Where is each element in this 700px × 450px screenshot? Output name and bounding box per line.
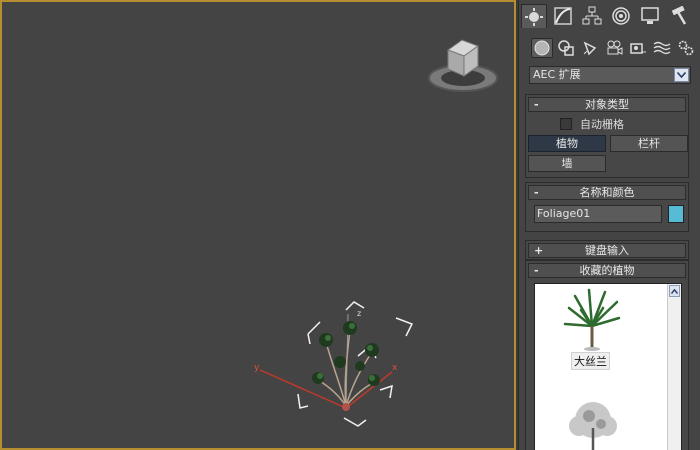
foliage-button[interactable]: 植物 [528,135,606,152]
collapse-sign: - [534,186,539,199]
chevron-down-icon[interactable] [674,68,689,82]
space-warps-category[interactable] [651,38,673,58]
perspective-viewport[interactable]: y x z [0,0,516,450]
category-dropdown[interactable]: AEC 扩展 [529,66,691,84]
object-type-rollout: - 对象类型 自动栅格 植物 栏杆 墙 [525,94,689,178]
cameras-category[interactable] [603,38,625,58]
keyboard-entry-rollout-header[interactable]: + 键盘输入 [528,243,686,258]
collapse-sign: - [534,98,539,111]
object-name-field[interactable]: Foliage01 [534,205,662,223]
plant-list-scrollbar[interactable] [667,284,681,450]
axis-y-label: y [254,363,260,373]
systems-category[interactable] [675,38,697,58]
axis-x-label: x [392,363,398,373]
list-item[interactable]: 大丝兰 [535,284,669,374]
viewcube-icon[interactable] [426,32,500,96]
tree-plant-thumbnail [569,402,617,450]
light-icon [583,41,597,56]
motion-target-icon [612,7,630,25]
auto-grid-label: 自动栅格 [580,118,624,131]
display-tab[interactable] [637,4,663,28]
keyboard-entry-title: 键盘输入 [585,244,629,257]
list-item[interactable] [535,388,669,450]
scroll-up-icon[interactable] [669,285,680,297]
name-color-title: 名称和颜色 [579,186,635,199]
object-color-swatch[interactable] [668,205,684,223]
curve-modify-icon [554,7,572,25]
geometry-category[interactable] [531,38,553,58]
object-type-title: 对象类型 [585,98,629,111]
plant-library-list[interactable]: 大丝兰 [534,283,682,450]
shapes-icon [558,40,574,56]
command-panel-tabs [519,2,700,30]
modify-tab[interactable] [550,4,576,28]
object-type-rollout-header[interactable]: - 对象类型 [528,97,686,112]
hierarchy-tab[interactable] [579,4,605,28]
hierarchy-icon [582,6,602,25]
create-tab[interactable] [521,4,547,28]
expand-sign: + [534,244,544,257]
motion-tab[interactable] [608,4,634,28]
favorite-plants-title: 收藏的植物 [579,264,635,277]
utilities-tab[interactable] [666,4,692,28]
sphere-geometry-icon [534,40,550,56]
shapes-category[interactable] [555,38,577,58]
favorite-plants-rollout-header[interactable]: - 收藏的植物 [528,263,686,278]
favorite-plants-rollout: - 收藏的植物 大丝兰 [525,260,689,450]
gears-systems-icon [678,40,694,56]
name-color-rollout-header[interactable]: - 名称和颜色 [528,185,686,200]
auto-grid-checkbox[interactable] [560,118,572,130]
create-categories [519,36,700,60]
railing-button[interactable]: 栏杆 [610,135,688,152]
monitor-display-icon [641,7,659,24]
collapse-sign: - [534,264,539,277]
plant-name-label: 大丝兰 [571,352,610,370]
camera-icon [607,40,623,55]
name-color-rollout: - 名称和颜色 Foliage01 [525,182,689,232]
yucca-plant-thumbnail [563,288,621,351]
tape-helper-icon [630,43,646,54]
sun-create-icon [525,7,543,26]
axis-z-label: z [357,309,361,318]
wall-button[interactable]: 墙 [528,155,606,172]
foliage-object-gizmo[interactable]: y x z [248,294,424,434]
helpers-category[interactable] [627,38,649,58]
keyboard-entry-rollout: + 键盘输入 [525,240,689,260]
hammer-utilities-icon [671,6,687,25]
waves-spacewarp-icon [653,41,671,55]
category-dropdown-value: AEC 扩展 [533,68,581,81]
lights-category[interactable] [579,38,601,58]
command-panel: AEC 扩展 - 对象类型 自动栅格 植物 栏杆 墙 - 名称和颜色 Folia… [518,0,700,450]
